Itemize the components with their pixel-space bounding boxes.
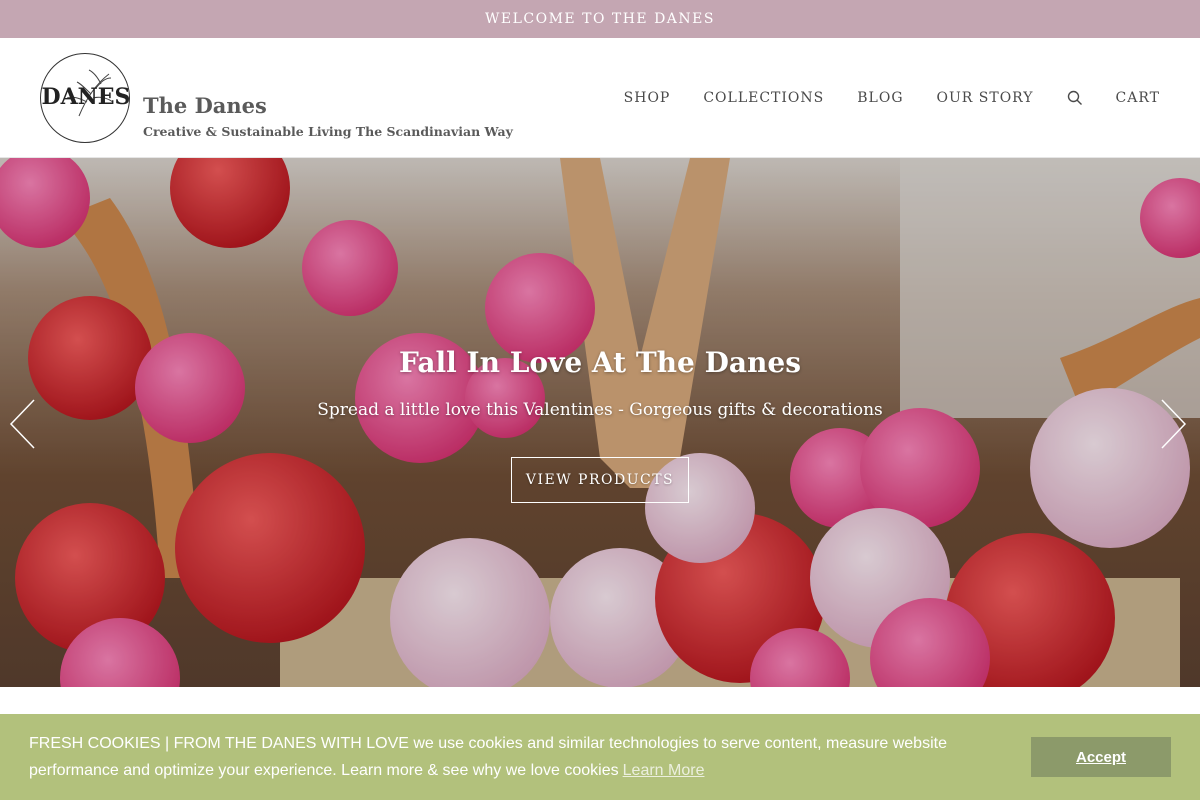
nav-shop[interactable]: SHOP <box>624 90 671 106</box>
hero-image <box>0 158 1200 687</box>
search-icon[interactable] <box>1067 90 1083 106</box>
brand-tagline: Creative & Sustainable Living The Scandi… <box>143 124 513 139</box>
chevron-left-icon[interactable] <box>8 398 38 450</box>
cookie-text: FRESH COOKIES | FROM THE DANES WITH LOVE… <box>29 735 947 779</box>
main-nav: SHOP COLLECTIONS BLOG OUR STORY CART <box>591 86 1160 110</box>
learn-more-link[interactable]: Learn More <box>623 762 705 779</box>
nav-our-story[interactable]: OUR STORY <box>937 90 1034 106</box>
accept-button[interactable]: Accept <box>1031 737 1171 777</box>
view-products-button[interactable]: VIEW PRODUCTS <box>511 457 689 503</box>
cookie-message: FRESH COOKIES | FROM THE DANES WITH LOVE… <box>29 730 989 784</box>
cookie-banner: FRESH COOKIES | FROM THE DANES WITH LOVE… <box>0 714 1200 800</box>
chevron-right-icon[interactable] <box>1158 398 1188 450</box>
hero-subtitle: Spread a little love this Valentines - G… <box>317 400 883 420</box>
announcement-bar: WELCOME TO THE DANES <box>0 0 1200 38</box>
hero-title: Fall In Love At The Danes <box>399 346 801 379</box>
nav-collections[interactable]: COLLECTIONS <box>703 90 824 106</box>
site-header: DANES The Danes Creative & Sustainable L… <box>0 38 1200 158</box>
nav-blog[interactable]: BLOG <box>857 90 903 106</box>
brand-name[interactable]: The Danes <box>143 93 267 118</box>
logo[interactable]: DANES <box>40 53 130 143</box>
logo-text: DANES <box>41 84 130 110</box>
hero-slideshow: Fall In Love At The Danes Spread a littl… <box>0 158 1200 687</box>
announcement-text: WELCOME TO THE DANES <box>485 11 715 27</box>
nav-cart[interactable]: CART <box>1116 90 1160 106</box>
